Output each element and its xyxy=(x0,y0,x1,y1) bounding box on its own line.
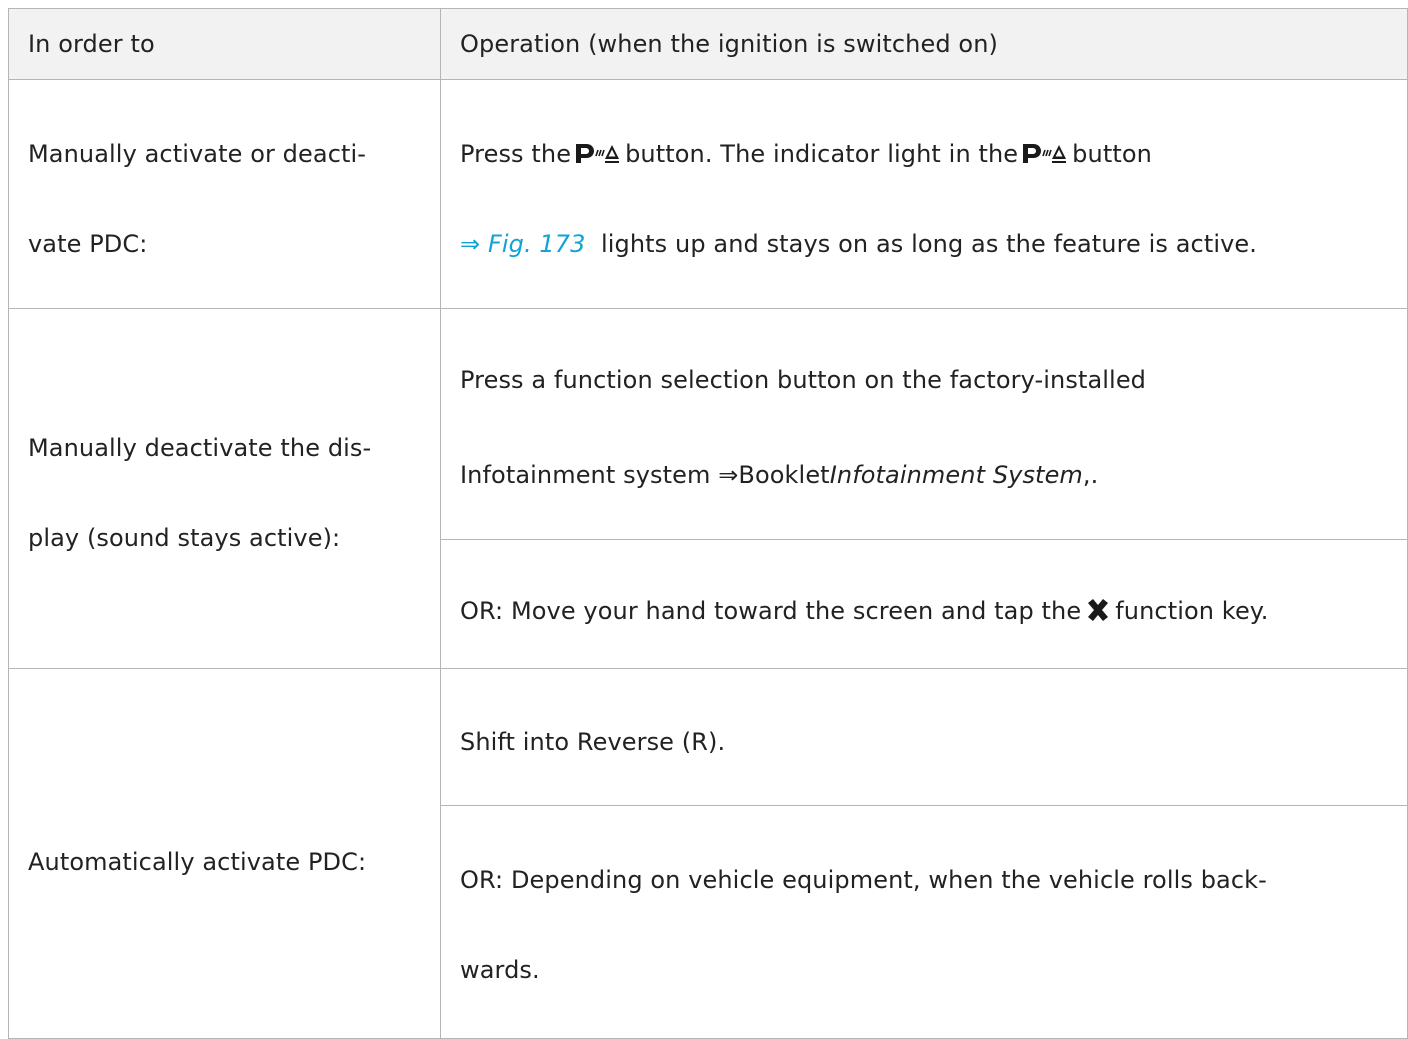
row1-text-button: button xyxy=(1072,140,1152,168)
row1-text-indicator: button. The indicator light in the xyxy=(625,140,1019,168)
row2-op2-text-function-key: function key. xyxy=(1115,597,1269,625)
row2-label-line1: Manually deactivate the dis- xyxy=(28,434,372,462)
row3-operation-cell-2: OR: Depending on vehicle equipment, when… xyxy=(440,805,1408,1039)
row2-op2-line: OR: Move your hand toward the screen and… xyxy=(460,598,1268,626)
park-distance-control-icon xyxy=(574,142,622,168)
row2-op1-line1: Press a function selection button on the… xyxy=(460,366,1147,394)
row3-label: Automatically activate PDC: xyxy=(28,848,367,876)
row1-text-lights-up: lights up and stays on as long as the fe… xyxy=(600,230,1258,258)
row3-op1-line: Shift into Reverse (R). xyxy=(460,728,726,756)
row2-operation-cell-2: OR: Move your hand toward the screen and… xyxy=(440,539,1408,669)
row1-operation-line1: Press the button. The indicator light in … xyxy=(460,142,1152,168)
row1-operation-cell: Press the button. The indicator light in … xyxy=(440,79,1408,309)
header-operation: Operation (when the ignition is switched… xyxy=(460,30,998,58)
row3-operation-cell-1: Shift into Reverse (R). xyxy=(440,668,1408,806)
row1-label-cell: Manually activate or deacti- vate PDC: xyxy=(8,79,441,309)
booklet-title: Infotainment System xyxy=(829,461,1083,489)
row1-label-line1: Manually activate or deacti- xyxy=(28,140,367,168)
row2-op1-line2: Infotainment system ⇒BookletInfotainment… xyxy=(460,463,1098,487)
park-distance-control-icon xyxy=(1021,142,1069,168)
row2-op2-text-move: OR: Move your hand toward the screen and… xyxy=(460,597,1082,625)
header-cell-operation: Operation (when the ignition is switched… xyxy=(440,8,1408,80)
header-cell-in-order-to: In order to xyxy=(8,8,441,80)
row1-operation-line2: ⇒ Fig. 173 lights up and stays on as lon… xyxy=(460,232,1257,256)
fig-173-link[interactable]: ⇒ Fig. 173 xyxy=(460,230,586,258)
close-x-icon xyxy=(1085,598,1111,626)
row3-label-cell: Automatically activate PDC: xyxy=(8,668,441,1039)
row1-label-line2: vate PDC: xyxy=(28,230,148,258)
pdc-operation-table: In order to Operation (when the ignition… xyxy=(0,0,1408,1039)
row2-op1-text-infotainment: Infotainment system ⇒Booklet xyxy=(460,461,830,489)
row2-label-cell: Manually deactivate the dis- play (sound… xyxy=(8,308,441,669)
row3-op2-line1: OR: Depending on vehicle equipment, when… xyxy=(460,866,1267,894)
row2-op1-text-end: ,. xyxy=(1082,461,1099,489)
row2-operation-cell-1: Press a function selection button on the… xyxy=(440,308,1408,540)
row2-label-line2: play (sound stays active): xyxy=(28,524,341,552)
row3-op2-line2: wards. xyxy=(460,956,540,984)
header-in-order-to: In order to xyxy=(28,30,155,58)
row1-text-press-the: Press the xyxy=(460,140,572,168)
